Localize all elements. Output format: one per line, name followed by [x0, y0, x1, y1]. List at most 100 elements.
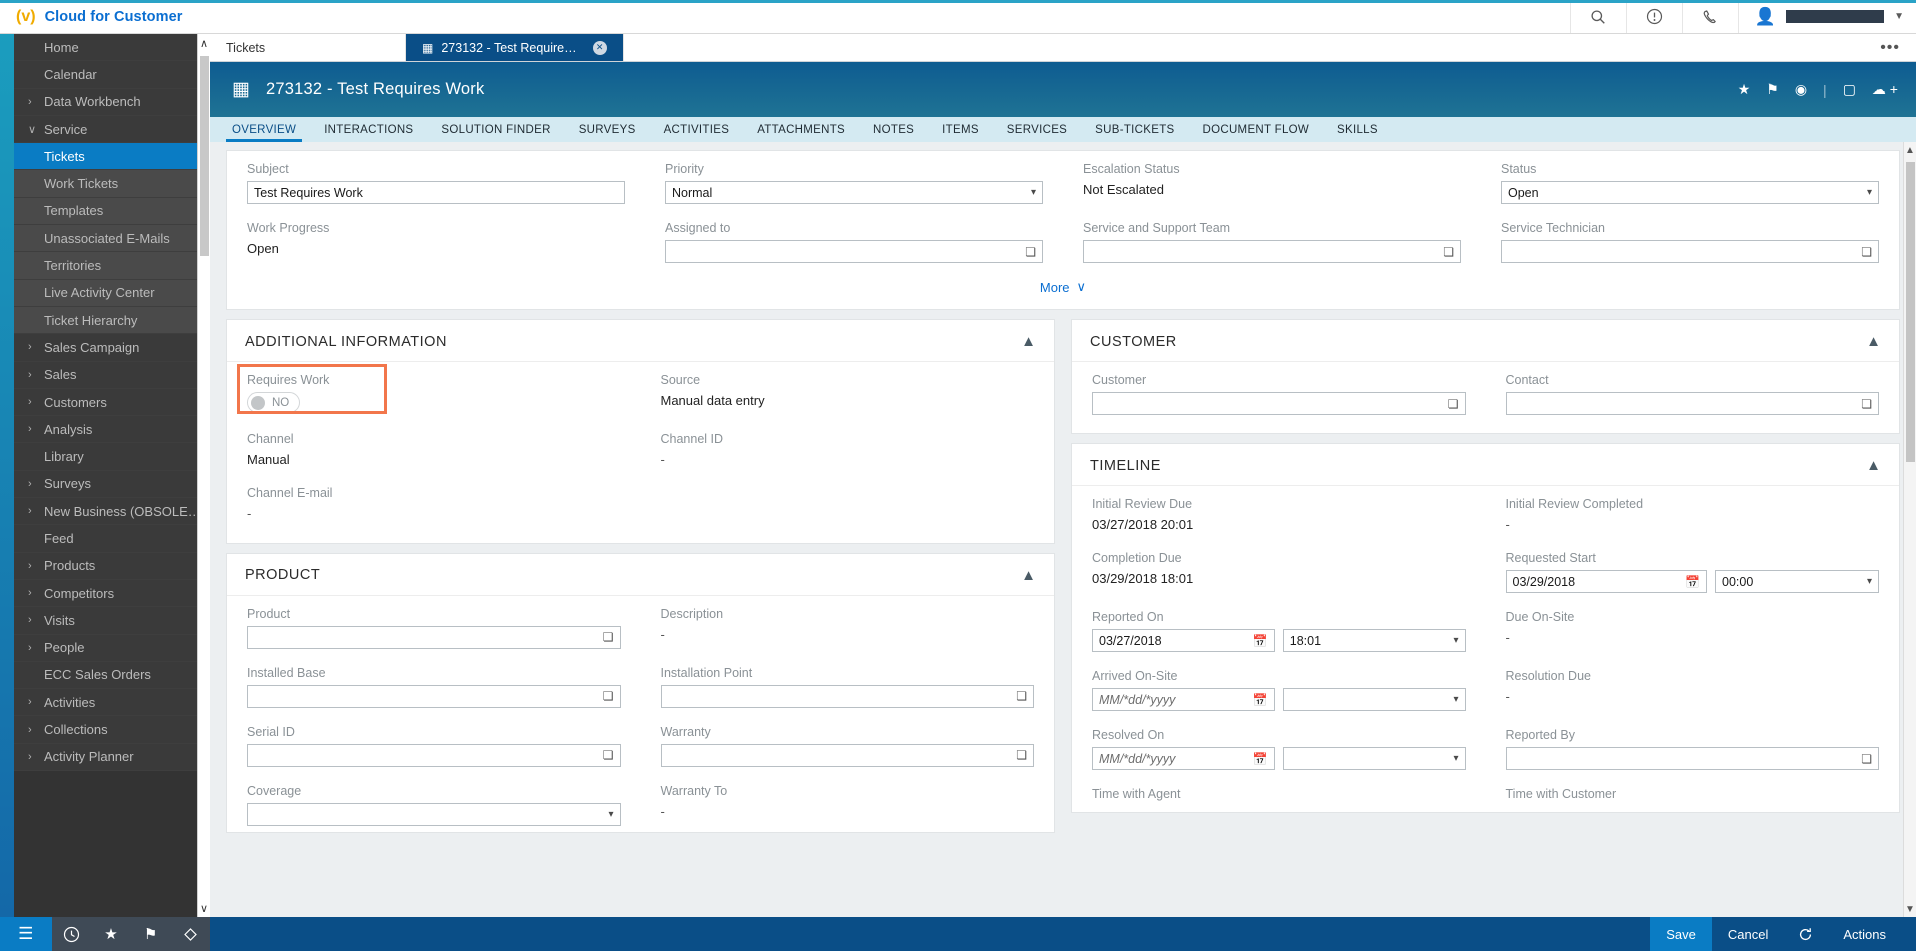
priority-select[interactable]: Normal ▾: [665, 181, 1043, 204]
sidebar-item-visits[interactable]: › Visits: [14, 607, 210, 635]
flag-icon[interactable]: ⚑: [1766, 81, 1779, 98]
collapse-icon[interactable]: ▲: [1866, 457, 1881, 474]
reported-by-input[interactable]: ❏: [1505, 747, 1879, 770]
sidebar-scroll-up-icon[interactable]: ∧: [198, 34, 210, 52]
sidebar-item-ecc-sales-orders[interactable]: ECC Sales Orders: [14, 661, 210, 690]
tab-interactions[interactable]: INTERACTIONS: [310, 117, 427, 142]
sidebar-item-service[interactable]: ∨ Service: [14, 115, 210, 144]
resolved-on-time-select[interactable]: ▾: [1282, 747, 1466, 770]
content-scroll-down-icon[interactable]: ▼: [1904, 901, 1916, 917]
sidebar-item-customers[interactable]: › Customers: [14, 388, 210, 417]
sidebar-scrollbar[interactable]: ∧ ∨: [197, 34, 210, 917]
collapse-icon[interactable]: ▲: [1021, 567, 1036, 584]
feed-icon[interactable]: ◉: [1795, 81, 1807, 98]
sidebar-item-activities[interactable]: › Activities: [14, 689, 210, 717]
sidebar-scroll-down-icon[interactable]: ∨: [198, 899, 210, 917]
value-help-icon[interactable]: ❏: [603, 630, 614, 644]
value-help-icon[interactable]: ❏: [603, 689, 614, 703]
sidebar-item-library[interactable]: Library: [14, 443, 210, 471]
search-icon[interactable]: [1569, 0, 1626, 33]
favorites-icon[interactable]: ★: [91, 917, 131, 951]
sidebar-item-competitors[interactable]: › Competitors: [14, 579, 210, 608]
tab-items[interactable]: ITEMS: [928, 117, 993, 142]
sidebar-item-sales-campaign[interactable]: › Sales Campaign: [14, 334, 210, 362]
actions-button[interactable]: Actions: [1827, 917, 1902, 951]
serial-id-input[interactable]: ❏: [247, 743, 621, 767]
sidebar-item-unassociated-e-mails[interactable]: Unassociated E-Mails: [14, 225, 210, 253]
requested-start-date-input[interactable]: 03/29/2018 📅: [1505, 570, 1707, 593]
arrived-on-site-date-input[interactable]: MM/*dd/*yyyy 📅: [1092, 688, 1275, 711]
contact-input[interactable]: ❏: [1505, 392, 1879, 415]
tab-surveys[interactable]: SURVEYS: [565, 117, 650, 142]
work-tab-ticket-detail[interactable]: ▦ 273132 - Test Require… ✕: [406, 34, 624, 61]
tag-icon[interactable]: [170, 917, 210, 951]
work-tab-tickets[interactable]: Tickets: [210, 34, 406, 61]
content-scroll-thumb[interactable]: [1906, 162, 1915, 462]
tab-sub-tickets[interactable]: SUB-TICKETS: [1081, 117, 1188, 142]
refresh-icon[interactable]: [1784, 917, 1827, 951]
requested-start-time-select[interactable]: 00:00 ▾: [1715, 570, 1879, 593]
tab-activities[interactable]: ACTIVITIES: [650, 117, 744, 142]
service-technician-input[interactable]: ❏: [1501, 240, 1879, 263]
cancel-button[interactable]: Cancel: [1712, 917, 1784, 951]
sidebar-item-activity-planner[interactable]: › Activity Planner: [14, 743, 210, 772]
coverage-select[interactable]: ▾: [247, 802, 621, 826]
sidebar-item-analysis[interactable]: › Analysis: [14, 416, 210, 444]
tab-overview[interactable]: OVERVIEW: [218, 117, 310, 142]
sidebar-item-live-activity-center[interactable]: Live Activity Center: [14, 279, 210, 307]
value-help-icon[interactable]: ❏: [1016, 689, 1027, 703]
sidebar-item-products[interactable]: › Products: [14, 552, 210, 580]
tab-attachments[interactable]: ATTACHMENTS: [743, 117, 859, 142]
tab-services[interactable]: SERVICES: [993, 117, 1081, 142]
tab-solution-finder[interactable]: SOLUTION FINDER: [427, 117, 564, 142]
tab-overflow-icon[interactable]: •••: [1864, 34, 1916, 61]
calendar-icon[interactable]: 📅: [1685, 575, 1700, 589]
warranty-input[interactable]: ❏: [660, 743, 1034, 767]
value-help-icon[interactable]: ❏: [1025, 245, 1036, 259]
requires-work-toggle[interactable]: NO: [247, 392, 301, 413]
tab-notes[interactable]: NOTES: [859, 117, 928, 142]
sidebar-item-collections[interactable]: › Collections: [14, 716, 210, 744]
sidebar-item-calendar[interactable]: Calendar: [14, 61, 210, 89]
subject-input[interactable]: Test Requires Work: [247, 181, 625, 204]
sidebar-item-tickets[interactable]: Tickets: [14, 143, 210, 171]
status-select[interactable]: Open ▾: [1501, 181, 1879, 204]
service-support-team-input[interactable]: ❏: [1083, 240, 1461, 263]
sidebar-item-people[interactable]: › People: [14, 634, 210, 662]
reported-on-date-input[interactable]: 03/27/2018 📅: [1092, 629, 1275, 652]
value-help-icon[interactable]: ❏: [1861, 245, 1872, 259]
value-help-icon[interactable]: ❏: [1448, 397, 1459, 411]
value-help-icon[interactable]: ❏: [1861, 397, 1872, 411]
sidebar-item-work-tickets[interactable]: Work Tickets: [14, 170, 210, 198]
sidebar-item-data-workbench[interactable]: › Data Workbench: [14, 88, 210, 116]
sidebar-item-home[interactable]: Home: [14, 34, 210, 62]
help-icon[interactable]: [1625, 0, 1682, 33]
arrived-on-site-time-select[interactable]: ▾: [1282, 688, 1466, 711]
sidebar-item-feed[interactable]: Feed: [14, 525, 210, 553]
value-help-icon[interactable]: ❏: [1861, 752, 1872, 766]
menu-icon[interactable]: ☰: [0, 917, 52, 951]
add-tag-icon[interactable]: ☁ +: [1872, 81, 1898, 98]
collapse-icon[interactable]: ▲: [1866, 333, 1881, 350]
sidebar-item-sales[interactable]: › Sales: [14, 361, 210, 389]
reported-on-time-select[interactable]: 18:01 ▾: [1282, 629, 1466, 652]
calendar-icon[interactable]: 📅: [1253, 634, 1268, 648]
screen-icon[interactable]: ▢: [1843, 81, 1856, 98]
phone-icon[interactable]: [1681, 0, 1738, 33]
sidebar-item-ticket-hierarchy[interactable]: Ticket Hierarchy: [14, 306, 210, 335]
more-toggle[interactable]: More ∨: [227, 269, 1899, 309]
calendar-icon[interactable]: 📅: [1253, 693, 1268, 707]
flag-icon[interactable]: ⚑: [131, 917, 171, 951]
assigned-to-input[interactable]: ❏: [665, 240, 1043, 263]
sidebar-item-templates[interactable]: Templates: [14, 197, 210, 226]
calendar-icon[interactable]: 📅: [1253, 752, 1268, 766]
collapse-icon[interactable]: ▲: [1021, 333, 1036, 350]
installation-point-input[interactable]: ❏: [660, 684, 1034, 708]
recent-icon[interactable]: [52, 917, 92, 951]
save-button[interactable]: Save: [1650, 917, 1712, 951]
sidebar-scroll-thumb[interactable]: [200, 56, 209, 256]
content-scrollbar[interactable]: ▲ ▼: [1903, 142, 1916, 917]
content-scroll-up-icon[interactable]: ▲: [1904, 142, 1916, 158]
resolved-on-date-input[interactable]: MM/*dd/*yyyy 📅: [1092, 747, 1275, 770]
sidebar-item-new-business-obsole[interactable]: › New Business (OBSOLE…: [14, 498, 210, 526]
